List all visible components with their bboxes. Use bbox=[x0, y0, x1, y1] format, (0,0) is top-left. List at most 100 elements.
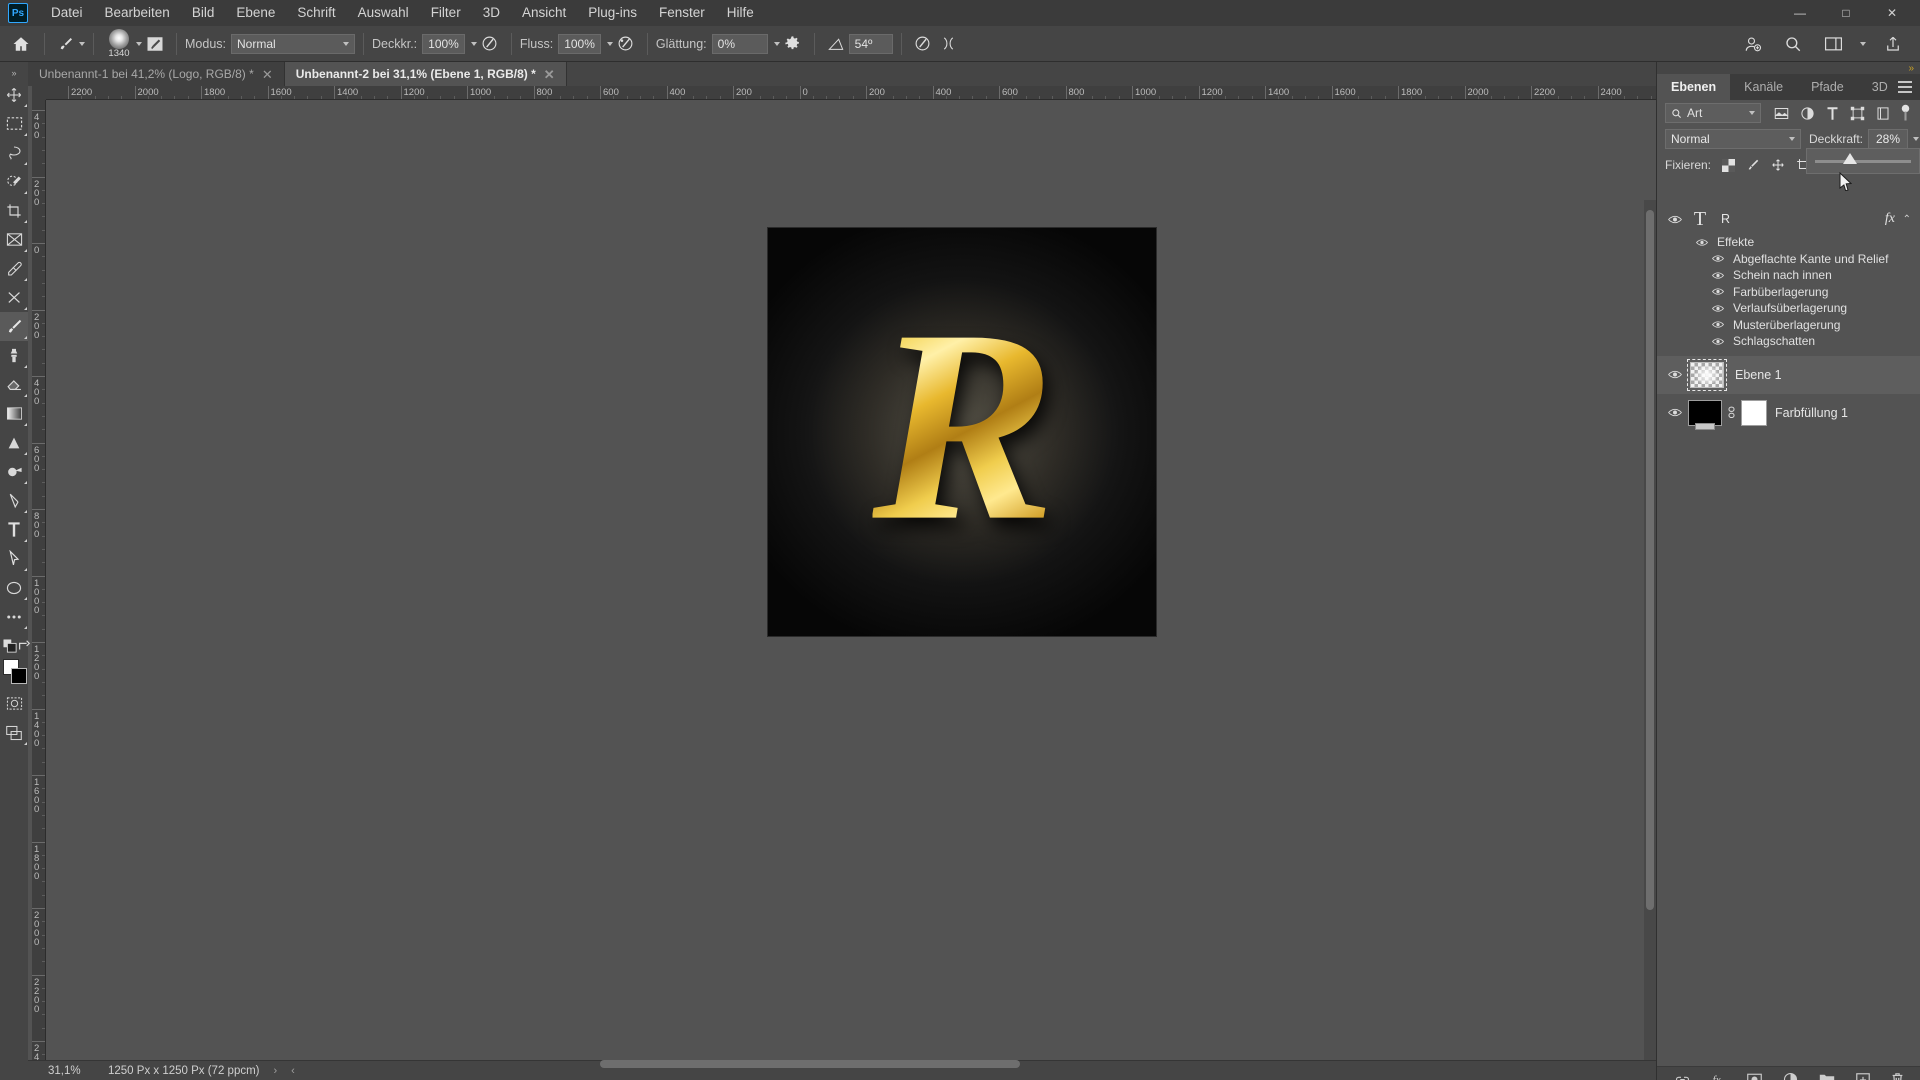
object-selection-tool[interactable] bbox=[0, 167, 28, 196]
fill-layer-thumbnail[interactable] bbox=[1685, 399, 1725, 430]
workspace-icon[interactable] bbox=[1820, 31, 1846, 57]
eraser-tool[interactable] bbox=[0, 370, 28, 399]
horizontal-scrollbar-thumb[interactable] bbox=[600, 1060, 1020, 1068]
layer-effects-badge[interactable]: fx bbox=[1885, 211, 1895, 227]
layer-blend-mode-select[interactable]: Normal bbox=[1665, 129, 1801, 149]
brush-panel-icon[interactable] bbox=[142, 31, 168, 57]
effects-group-row[interactable]: Effekte bbox=[1657, 234, 1920, 251]
menu-hilfe[interactable]: Hilfe bbox=[716, 0, 765, 26]
menu-3d[interactable]: 3D bbox=[472, 0, 511, 26]
layer-name[interactable]: Farbfüllung 1 bbox=[1771, 406, 1848, 420]
menu-plugins[interactable]: Plug-ins bbox=[577, 0, 648, 26]
layer-style-icon[interactable]: fx bbox=[1711, 1072, 1726, 1080]
blur-sharpen-tool[interactable] bbox=[0, 428, 28, 457]
artboard[interactable]: R bbox=[768, 228, 1156, 636]
path-selection-tool[interactable] bbox=[0, 544, 28, 573]
effect-row-gradient-overlay[interactable]: Verlaufsüberlagerung bbox=[1657, 300, 1920, 317]
opacity-slider-thumb[interactable] bbox=[1843, 152, 1857, 164]
link-icon[interactable] bbox=[1725, 406, 1737, 419]
effect-row-bevel-emboss[interactable]: Abgeflachte Kante und Relief bbox=[1657, 251, 1920, 268]
menu-schrift[interactable]: Schrift bbox=[286, 0, 346, 26]
type-layer-thumbnail[interactable]: T bbox=[1685, 208, 1715, 231]
eye-icon[interactable] bbox=[1709, 337, 1727, 346]
pressure-size-icon[interactable] bbox=[910, 31, 936, 57]
menu-fenster[interactable]: Fenster bbox=[648, 0, 716, 26]
default-colors-icon[interactable] bbox=[3, 639, 17, 653]
effect-row-drop-shadow[interactable]: Schlagschatten bbox=[1657, 333, 1920, 350]
new-group-icon[interactable] bbox=[1819, 1073, 1835, 1080]
document-tab-unbenannt-2[interactable]: Unbenannt-2 bei 31,1% (Ebene 1, RGB/8) *… bbox=[284, 62, 567, 86]
filter-adjustment-icon[interactable] bbox=[1800, 106, 1815, 121]
lasso-tool[interactable] bbox=[0, 138, 28, 167]
brush-preset-icon[interactable] bbox=[53, 31, 79, 57]
ellipse-shape-tool[interactable] bbox=[0, 573, 28, 602]
layer-row-ebene-1[interactable]: Ebene 1 bbox=[1657, 355, 1920, 394]
opacity-slider-track[interactable] bbox=[1815, 152, 1911, 164]
vertical-ruler[interactable]: 400 200 0 200 400 600 800 1000 1200 1400 1600 1800 2… bbox=[32, 100, 46, 1060]
symmetry-icon[interactable] bbox=[936, 31, 962, 57]
new-layer-icon[interactable] bbox=[1855, 1072, 1870, 1080]
rectangular-marquee-tool[interactable] bbox=[0, 109, 28, 138]
vertical-scrollbar-track[interactable] bbox=[1644, 200, 1656, 1060]
filter-smart-object-icon[interactable] bbox=[1876, 106, 1890, 121]
pen-tool[interactable] bbox=[0, 486, 28, 515]
eye-icon[interactable] bbox=[1665, 407, 1685, 418]
eye-icon[interactable] bbox=[1709, 304, 1727, 313]
menu-auswahl[interactable]: Auswahl bbox=[347, 0, 420, 26]
spot-healing-brush-tool[interactable] bbox=[0, 283, 28, 312]
menu-ebene[interactable]: Ebene bbox=[225, 0, 286, 26]
blend-mode-select[interactable]: Normal bbox=[231, 33, 355, 54]
zoom-level[interactable]: 31,1% bbox=[28, 1065, 86, 1077]
lock-image-icon[interactable] bbox=[1746, 158, 1760, 172]
screen-mode-icon[interactable] bbox=[0, 718, 28, 747]
chevrons-right-icon[interactable]: » bbox=[0, 66, 28, 80]
angle-input[interactable]: 54º bbox=[848, 33, 893, 54]
dodge-burn-tool[interactable] bbox=[0, 457, 28, 486]
brush-size-preview[interactable]: 1340 bbox=[102, 28, 136, 59]
tab-3d[interactable]: 3D bbox=[1858, 74, 1902, 100]
move-tool[interactable] bbox=[0, 80, 28, 109]
opacity-slider-popover[interactable] bbox=[1806, 148, 1920, 174]
lock-transparency-icon[interactable] bbox=[1722, 158, 1736, 172]
search-icon[interactable] bbox=[1780, 31, 1806, 57]
smoothing-input[interactable]: 0% bbox=[711, 33, 768, 54]
color-swatches[interactable] bbox=[0, 657, 28, 689]
brush-preset-caret-icon[interactable] bbox=[79, 41, 85, 46]
filter-type-icon[interactable] bbox=[1826, 106, 1839, 121]
airbrush-icon[interactable] bbox=[613, 31, 639, 57]
menu-bild[interactable]: Bild bbox=[181, 0, 226, 26]
frame-tool[interactable] bbox=[0, 225, 28, 254]
gradient-tool[interactable] bbox=[0, 399, 28, 428]
eye-icon[interactable] bbox=[1709, 271, 1727, 280]
tab-kanaele[interactable]: Kanäle bbox=[1730, 74, 1797, 100]
layer-filter-select[interactable]: Art bbox=[1665, 103, 1761, 123]
effect-row-color-overlay[interactable]: Farbüberlagerung bbox=[1657, 284, 1920, 301]
close-button[interactable]: ✕ bbox=[1870, 0, 1914, 26]
export-icon[interactable] bbox=[1880, 31, 1906, 57]
delete-layer-icon[interactable] bbox=[1891, 1072, 1904, 1080]
filter-shape-icon[interactable] bbox=[1850, 106, 1865, 121]
share-user-icon[interactable] bbox=[1740, 31, 1766, 57]
tab-ebenen[interactable]: Ebenen bbox=[1657, 74, 1731, 100]
filter-pixel-icon[interactable] bbox=[1774, 107, 1789, 120]
document-tab-unbenannt-1[interactable]: Unbenannt-1 bei 41,2% (Logo, RGB/8) * ✕ bbox=[28, 62, 285, 86]
eyedropper-tool[interactable] bbox=[0, 254, 28, 283]
menu-datei[interactable]: Datei bbox=[40, 0, 94, 26]
layer-opacity-value[interactable]: 28% bbox=[1868, 129, 1909, 149]
status-prev-icon[interactable]: ‹ bbox=[291, 1065, 295, 1077]
effect-row-pattern-overlay[interactable]: Musterüberlagerung bbox=[1657, 317, 1920, 334]
menu-filter[interactable]: Filter bbox=[420, 0, 472, 26]
eye-icon[interactable] bbox=[1709, 254, 1727, 263]
lock-position-icon[interactable] bbox=[1771, 158, 1785, 172]
eye-icon[interactable] bbox=[1665, 369, 1685, 380]
adjustment-layer-icon[interactable] bbox=[1783, 1072, 1798, 1080]
layer-opacity-caret-icon[interactable] bbox=[1913, 137, 1920, 141]
eye-icon[interactable] bbox=[1709, 287, 1727, 296]
crop-tool[interactable] bbox=[0, 196, 28, 225]
layer-thumbnail[interactable] bbox=[1685, 358, 1729, 391]
flow-input[interactable]: 100% bbox=[558, 33, 601, 54]
angle-icon[interactable] bbox=[823, 31, 849, 57]
effect-row-inner-glow[interactable]: Schein nach innen bbox=[1657, 267, 1920, 284]
menu-ansicht[interactable]: Ansicht bbox=[511, 0, 577, 26]
clone-stamp-tool[interactable] bbox=[0, 341, 28, 370]
